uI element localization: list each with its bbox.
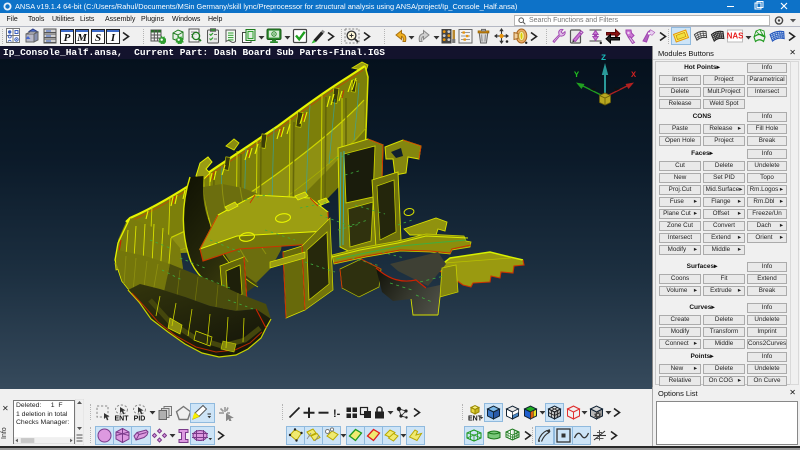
- svg-text:M: M: [76, 32, 88, 44]
- svg-text:!-: !-: [333, 408, 341, 419]
- svg-text:S: S: [94, 32, 100, 44]
- svg-text:Z: Z: [601, 53, 606, 63]
- svg-text:X: X: [631, 70, 637, 80]
- svg-text:PID: PID: [134, 416, 146, 423]
- svg-text:P: P: [63, 32, 70, 44]
- svg-text:ENT: ENT: [468, 416, 483, 423]
- svg-text:ENT: ENT: [115, 416, 130, 423]
- svg-text:Y: Y: [574, 70, 580, 80]
- svg-text:I: I: [110, 32, 116, 44]
- svg-text:NAS: NAS: [727, 32, 743, 41]
